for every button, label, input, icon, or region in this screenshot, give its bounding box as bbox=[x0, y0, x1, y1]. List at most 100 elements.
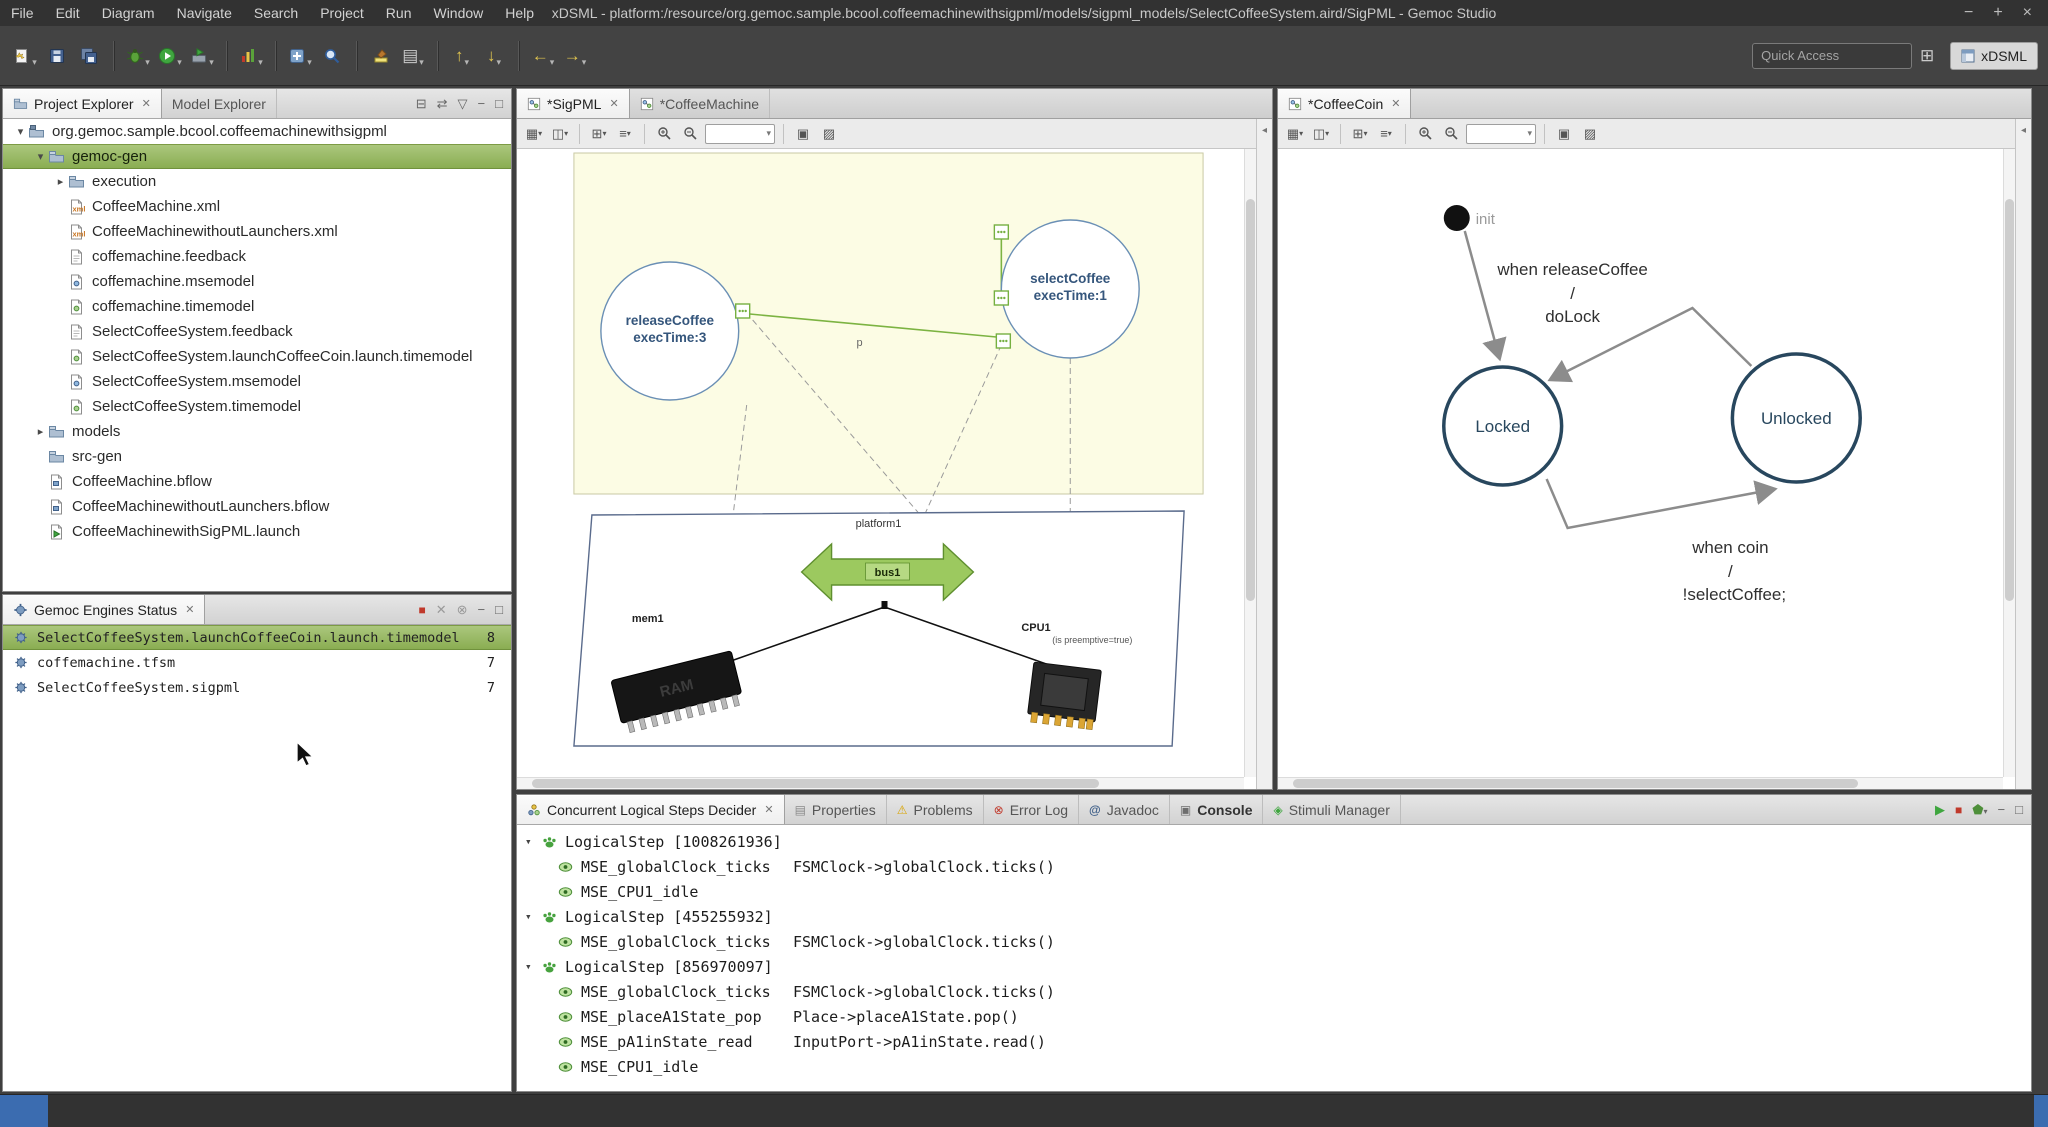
mse-row[interactable]: MSE_pA1inState_read InputPort->pA1inStat… bbox=[517, 1029, 2031, 1054]
vertical-scrollbar[interactable] bbox=[2003, 149, 2015, 777]
zoom-in-button[interactable] bbox=[653, 123, 675, 145]
mse-row[interactable]: MSE_CPU1_idle bbox=[517, 879, 2031, 904]
tab-properties[interactable]: ▤ Properties bbox=[785, 795, 887, 824]
tab-problems[interactable]: ⚠ Problems bbox=[887, 795, 984, 824]
view-menu-icon[interactable]: ▽ bbox=[458, 96, 468, 112]
open-perspective-button[interactable]: ⊞ bbox=[1912, 38, 1942, 74]
restore-palette-icon[interactable]: ◂ bbox=[2021, 125, 2026, 136]
initial-state[interactable]: init bbox=[1444, 205, 1496, 231]
minimize-view-icon[interactable]: − bbox=[478, 96, 486, 111]
coverage-button[interactable]: ▾ bbox=[236, 38, 266, 74]
dispose-engine-icon[interactable]: ✕ bbox=[436, 602, 447, 618]
quick-access-input[interactable] bbox=[1752, 43, 1912, 69]
tree-item-feedback[interactable]: coffemachine.feedback bbox=[3, 244, 511, 269]
tab-coffeemachine[interactable]: *CoffeeMachine bbox=[630, 89, 770, 118]
menu-diagram[interactable]: Diagram bbox=[91, 3, 166, 23]
toggle-mark-occurrences-button[interactable] bbox=[366, 38, 396, 74]
transition-label-coin[interactable]: when coin / !selectCoffee; bbox=[1683, 538, 1786, 604]
annotations-button[interactable]: ▤ ▾ bbox=[398, 38, 428, 74]
arrange-button[interactable]: ≡▾ bbox=[1375, 123, 1397, 145]
scrollbar-thumb[interactable] bbox=[1293, 779, 1859, 788]
close-icon[interactable]: ✕ bbox=[764, 803, 773, 816]
tree-item-msemodel[interactable]: coffemachine.msemodel bbox=[3, 269, 511, 294]
back-button[interactable]: ← ▾ bbox=[528, 38, 558, 74]
previous-annotation-button[interactable]: ↑ ▾ bbox=[447, 38, 477, 74]
filters-button[interactable]: ◫▾ bbox=[1310, 123, 1332, 145]
layers-button[interactable]: ▦▾ bbox=[523, 123, 545, 145]
tree-item-coffeemachine-bflow[interactable]: CoffeeMachine.bflow bbox=[3, 469, 511, 494]
mse-row[interactable]: MSE_globalClock_ticks FSMClock->globalCl… bbox=[517, 854, 2031, 879]
actor-releaseCoffee[interactable]: releaseCoffee execTime:3 bbox=[601, 262, 739, 400]
export-image-button[interactable]: ▣ bbox=[1553, 123, 1575, 145]
tree-item-scs-msemodel[interactable]: SelectCoffeeSystem.msemodel bbox=[3, 369, 511, 394]
expander-icon[interactable]: ▾ bbox=[525, 960, 539, 973]
grid-button[interactable]: ▨ bbox=[1579, 123, 1601, 145]
logical-step-row[interactable]: ▾ LogicalStep [1008261936] bbox=[517, 829, 2031, 854]
tree-item-execution[interactable]: ▸ execution bbox=[3, 169, 511, 194]
close-icon[interactable]: ✕ bbox=[1391, 97, 1400, 110]
tab-coffeecoin[interactable]: *CoffeeCoin ✕ bbox=[1278, 89, 1411, 118]
minimize-window-icon[interactable]: − bbox=[1964, 4, 1973, 22]
engine-row[interactable]: SelectCoffeeSystem.sigpml 7 bbox=[3, 675, 511, 700]
engine-row[interactable]: coffemachine.tfsm 7 bbox=[3, 650, 511, 675]
tree-item-gemoc-gen[interactable]: ▾ gemoc-gen bbox=[3, 144, 511, 169]
expander-icon[interactable]: ▾ bbox=[33, 150, 48, 163]
forward-button[interactable]: → ▾ bbox=[560, 38, 590, 74]
select-button[interactable]: ⊞▾ bbox=[1349, 123, 1371, 145]
external-tools-button[interactable]: ▾ bbox=[187, 38, 217, 74]
tree-item-launch[interactable]: CoffeeMachinewithSigPML.launch bbox=[3, 519, 511, 544]
tree-item-coffeemachine-wol-bflow[interactable]: CoffeeMachinewithoutLaunchers.bflow bbox=[3, 494, 511, 519]
tab-javadoc[interactable]: @ Javadoc bbox=[1079, 795, 1170, 824]
tree-item-project[interactable]: ▾ org.gemoc.sample.bcool.coffeemachinewi… bbox=[3, 119, 511, 144]
horizontal-scrollbar[interactable] bbox=[1278, 777, 2003, 789]
arrange-button[interactable]: ≡▾ bbox=[614, 123, 636, 145]
menu-run[interactable]: Run bbox=[375, 3, 423, 23]
port-icon[interactable] bbox=[994, 291, 1008, 305]
mse-row[interactable]: MSE_globalClock_ticks FSMClock->globalCl… bbox=[517, 979, 2031, 1004]
stop-engine-icon[interactable]: ■ bbox=[418, 603, 425, 617]
minimize-view-icon[interactable]: − bbox=[478, 602, 486, 617]
menu-project[interactable]: Project bbox=[309, 3, 375, 23]
expander-icon[interactable]: ▸ bbox=[33, 425, 48, 438]
decider-shield-icon[interactable]: ⬟▾ bbox=[1972, 802, 1987, 818]
tree-item-coffeemachine-xml[interactable]: xml CoffeeMachine.xml bbox=[3, 194, 511, 219]
tree-item-timemodel[interactable]: coffemachine.timemodel bbox=[3, 294, 511, 319]
logical-step-row[interactable]: ▾ LogicalStep [455255932] bbox=[517, 904, 2031, 929]
close-icon[interactable]: ✕ bbox=[142, 97, 151, 110]
horizontal-scrollbar[interactable] bbox=[517, 777, 1244, 789]
save-button[interactable] bbox=[42, 38, 72, 74]
save-all-button[interactable] bbox=[74, 38, 104, 74]
state-unlocked[interactable]: Unlocked bbox=[1732, 354, 1860, 482]
port-icon[interactable] bbox=[996, 334, 1010, 348]
expander-icon[interactable]: ▸ bbox=[53, 175, 68, 188]
restore-palette-icon[interactable]: ◂ bbox=[1262, 125, 1267, 136]
expander-icon[interactable]: ▾ bbox=[525, 910, 539, 923]
mse-row[interactable]: MSE_globalClock_ticks FSMClock->globalCl… bbox=[517, 929, 2031, 954]
vertical-scrollbar[interactable] bbox=[1244, 149, 1256, 777]
zoom-in-button[interactable] bbox=[1414, 123, 1436, 145]
next-annotation-button[interactable]: ↓ ▾ bbox=[479, 38, 509, 74]
engine-row[interactable]: SelectCoffeeSystem.launchCoffeeCoin.laun… bbox=[3, 625, 511, 650]
coffeecoin-canvas[interactable]: init when releaseCoffee / doLock bbox=[1278, 149, 2015, 789]
zoom-level-combo[interactable]: ▾ bbox=[1466, 124, 1536, 144]
mse-row[interactable]: MSE_CPU1_idle bbox=[517, 1054, 2031, 1079]
minimize-view-icon[interactable]: − bbox=[1998, 802, 2006, 817]
menu-file[interactable]: File bbox=[0, 3, 45, 23]
link-with-editor-icon[interactable]: ⇄ bbox=[437, 96, 448, 112]
tab-project-explorer[interactable]: Project Explorer ✕ bbox=[3, 89, 162, 118]
tab-model-explorer[interactable]: Model Explorer bbox=[162, 89, 277, 118]
layers-button[interactable]: ▦▾ bbox=[1284, 123, 1306, 145]
maximize-view-icon[interactable]: □ bbox=[495, 602, 503, 617]
mse-row[interactable]: MSE_placeA1State_pop Place->placeA1State… bbox=[517, 1004, 2031, 1029]
state-locked[interactable]: Locked bbox=[1444, 367, 1562, 485]
tab-gemoc-engines-status[interactable]: Gemoc Engines Status ✕ bbox=[3, 595, 205, 624]
maximize-view-icon[interactable]: □ bbox=[2015, 802, 2023, 817]
tree-item-models[interactable]: ▸ models bbox=[3, 419, 511, 444]
menu-help[interactable]: Help bbox=[494, 3, 545, 23]
debug-button[interactable]: ▾ bbox=[123, 38, 153, 74]
transition-label-release[interactable]: when releaseCoffee / doLock bbox=[1496, 260, 1648, 326]
tree-item-coffeemachine-wol-xml[interactable]: xml CoffeeMachinewithoutLaunchers.xml bbox=[3, 219, 511, 244]
scrollbar-thumb[interactable] bbox=[1246, 199, 1255, 601]
dispose-all-engines-icon[interactable]: ⊗ bbox=[457, 602, 468, 618]
zoom-out-button[interactable] bbox=[679, 123, 701, 145]
